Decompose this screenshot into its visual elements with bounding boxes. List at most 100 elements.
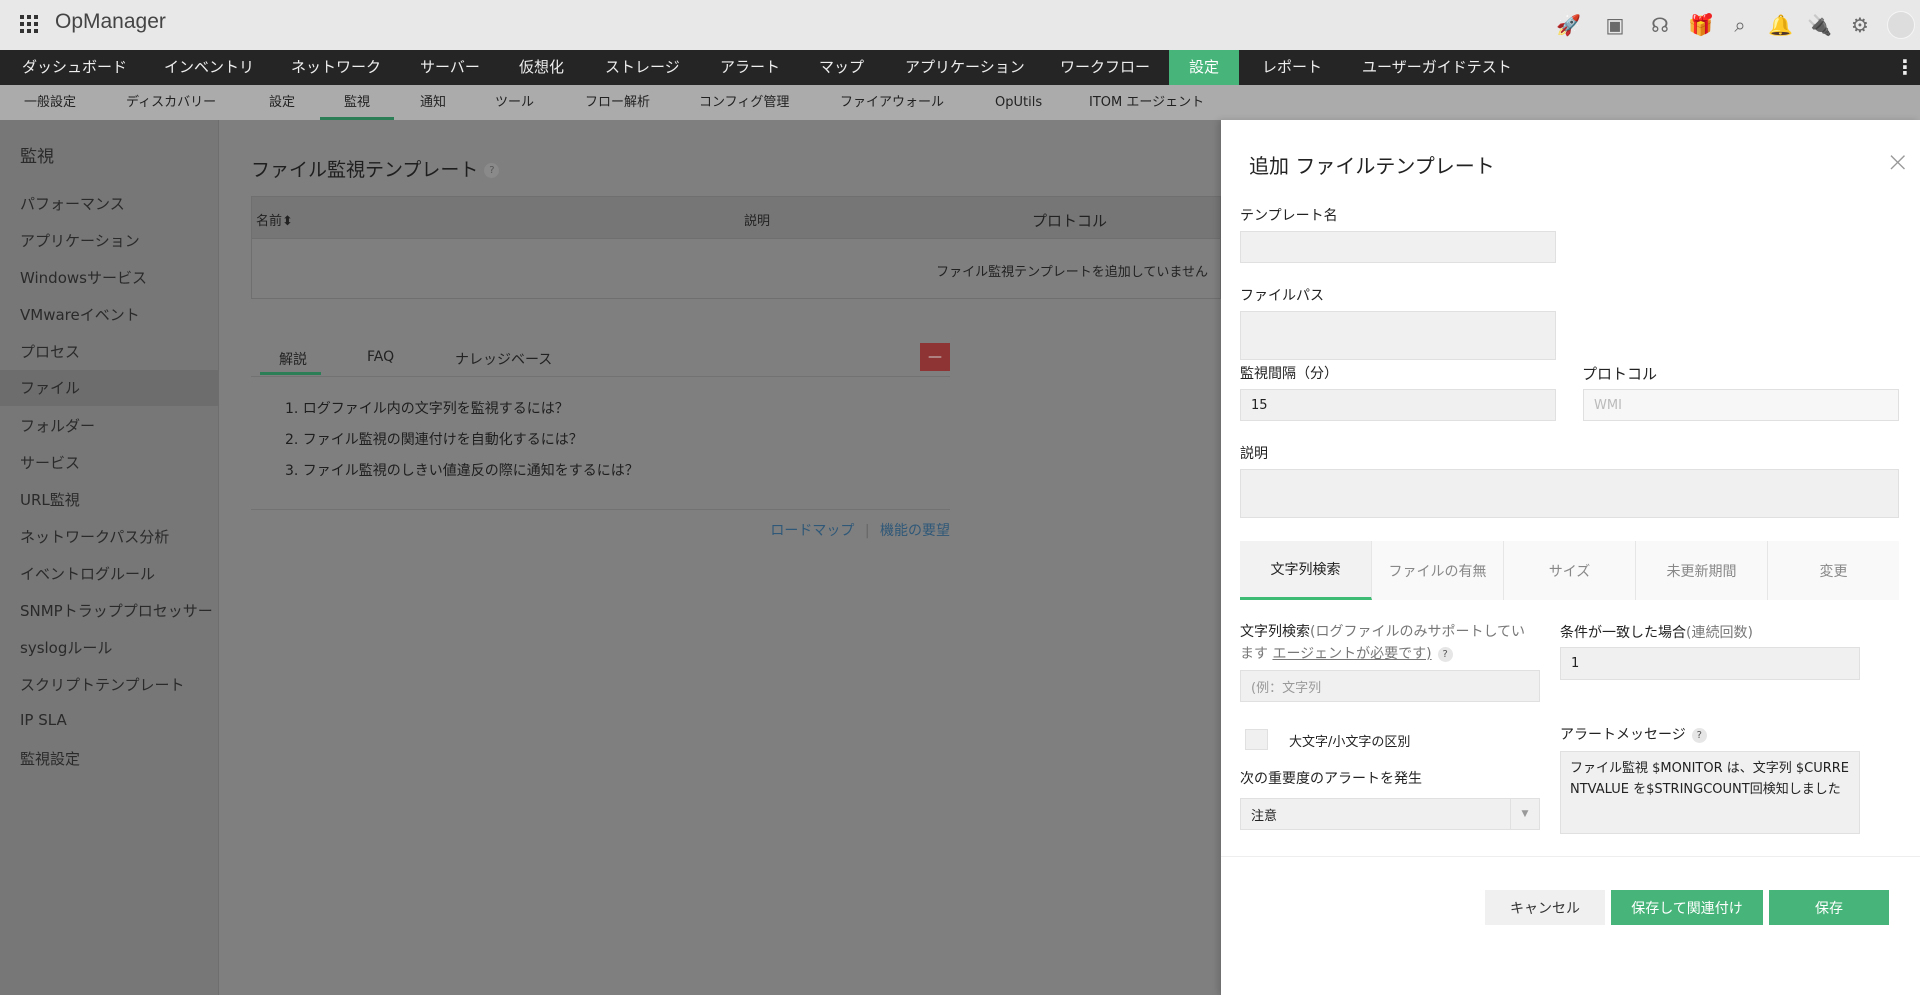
presentation-icon[interactable]: ▣ <box>1603 13 1627 37</box>
nav-storage[interactable]: ストレージ <box>605 50 680 85</box>
tab-not-updated[interactable]: 未更新期間 <box>1636 541 1768 600</box>
subnav-config-mgmt[interactable]: コンフィグ管理 <box>699 85 789 120</box>
sidebar-item[interactable]: syslogルール <box>20 637 112 658</box>
close-icon[interactable]: × <box>1886 145 1909 178</box>
nav-reports[interactable]: レポート <box>1262 50 1322 85</box>
save-button[interactable]: 保存 <box>1769 890 1889 925</box>
help-icon[interactable]: ? <box>484 163 500 178</box>
search-icon[interactable]: ⌕ <box>1728 13 1752 37</box>
subnav-config[interactable]: 設定 <box>269 85 295 120</box>
nav-inventory[interactable]: インベントリ <box>164 50 254 85</box>
template-name-input[interactable] <box>1240 231 1556 263</box>
subnav-itom-agent[interactable]: ITOM エージェント <box>1089 85 1204 120</box>
agent-required-link[interactable]: エージェントが必要です) <box>1272 646 1431 662</box>
gear-icon[interactable]: ⚙ <box>1848 13 1872 37</box>
help-icon[interactable]: ? <box>1691 727 1707 743</box>
file-path-label: ファイルパス <box>1240 288 1324 304</box>
chevron-down-icon[interactable]: ▼ <box>1510 799 1539 829</box>
divider <box>251 376 950 377</box>
empty-message: ファイル監視テンプレートを追加していません <box>936 265 1208 280</box>
sidebar-item[interactable]: URL監視 <box>20 489 80 510</box>
nav-settings[interactable]: 設定 <box>1169 50 1240 85</box>
app-title: OpManager <box>55 10 166 33</box>
faq-question-1[interactable]: 1. ログファイル内の文字列を監視するには？ <box>285 398 569 418</box>
subnav-notification[interactable]: 通知 <box>420 85 446 120</box>
faq-question-3[interactable]: 3. ファイル監視のしきい値違反の際に通知をするには？ <box>285 460 639 480</box>
tab-size[interactable]: サイズ <box>1504 541 1636 600</box>
nav-network[interactable]: ネットワーク <box>291 50 381 85</box>
sidebar-item[interactable]: フォルダー <box>20 415 95 436</box>
sidebar-item[interactable]: プロセス <box>20 341 80 362</box>
nav-alarms[interactable]: アラート <box>720 50 780 85</box>
col-name[interactable]: 名前⬍ <box>256 210 293 229</box>
panel-title: 追加 ファイルテンプレート <box>1249 154 1495 178</box>
divider <box>1221 856 1920 857</box>
avatar[interactable] <box>1887 11 1915 39</box>
tab-string-search[interactable]: 文字列検索 <box>1240 541 1372 600</box>
sidebar-item[interactable]: ファイル <box>0 370 219 406</box>
string-search-input[interactable]: (例：文字列 <box>1240 670 1540 702</box>
description-label: 説明 <box>1240 446 1268 462</box>
nav-servers[interactable]: サーバー <box>420 50 480 85</box>
sidebar-item[interactable]: SNMPトラッププロセッサー <box>20 600 213 621</box>
description-input[interactable] <box>1240 469 1899 518</box>
nav-workflow[interactable]: ワークフロー <box>1060 50 1150 85</box>
tab-faq[interactable]: FAQ <box>367 349 394 365</box>
active-tab-indicator <box>260 372 321 375</box>
sidebar-item[interactable]: サービス <box>20 452 80 473</box>
sidebar-item[interactable]: アプリケーション <box>20 230 140 251</box>
sidebar-item[interactable]: パフォーマンス <box>20 193 125 214</box>
sidebar-item[interactable]: イベントログルール <box>20 563 155 584</box>
main-nav: ダッシュボード インベントリ ネットワーク サーバー 仮想化 ストレージ アラー… <box>0 50 1920 85</box>
alert-message-label: アラートメッセージ? <box>1560 724 1707 744</box>
sidebar-item[interactable]: VMwareイベント <box>20 304 140 325</box>
subnav-firewall[interactable]: ファイアウォール <box>840 85 944 120</box>
more-menu-icon[interactable]: ⋮ <box>1895 50 1915 85</box>
plug-icon[interactable]: 🔌 <box>1807 13 1832 37</box>
tab-knowledge-base[interactable]: ナレッジベース <box>455 349 552 369</box>
protocol-input: WMI <box>1583 389 1899 421</box>
tab-explanation[interactable]: 解説 <box>279 349 307 369</box>
gift-icon[interactable]: 🎁 <box>1688 13 1713 37</box>
subnav-oputils[interactable]: OpUtils <box>995 85 1042 120</box>
severity-select[interactable]: 注意 ▼ <box>1240 798 1540 830</box>
case-sensitive-checkbox[interactable] <box>1245 729 1268 750</box>
interval-input[interactable]: 15 <box>1240 389 1556 421</box>
rocket-icon[interactable]: 🚀 <box>1556 13 1581 37</box>
cancel-button[interactable]: キャンセル <box>1485 890 1605 925</box>
subnav-tools[interactable]: ツール <box>495 85 534 120</box>
help-icon[interactable]: ? <box>1437 646 1453 662</box>
bell-icon[interactable]: 🔔 <box>1768 13 1793 37</box>
notification-dot <box>1706 13 1712 19</box>
string-search-label-text: 文字列検索 <box>1240 624 1310 640</box>
nav-maps[interactable]: マップ <box>819 50 864 85</box>
severity-label: 次の重要度のアラートを発生 <box>1240 771 1422 787</box>
condition-count-input[interactable]: 1 <box>1560 647 1860 680</box>
alert-message-input[interactable]: ファイル監視 $MONITOR は、文字列 $CURRENTVALUE を$ST… <box>1560 751 1860 834</box>
subnav-discovery[interactable]: ディスカバリー <box>126 85 216 120</box>
faq-question-2[interactable]: 2. ファイル監視の関連付けを自動化するには？ <box>285 429 583 449</box>
nav-dashboard[interactable]: ダッシュボード <box>22 50 127 85</box>
apps-grid-icon[interactable] <box>20 15 38 33</box>
headset-icon[interactable]: ☊ <box>1648 13 1672 37</box>
collapse-button[interactable]: — <box>920 343 950 371</box>
subnav-monitoring[interactable]: 監視 <box>320 85 394 120</box>
subnav-general[interactable]: 一般設定 <box>24 85 76 120</box>
roadmap-link[interactable]: ロードマップ <box>770 523 854 539</box>
condition-label: 条件が一致した場合(連続回数) <box>1560 625 1753 641</box>
nav-user-guide[interactable]: ユーザーガイドテスト <box>1362 50 1512 85</box>
page-title: ファイル監視テンプレート? <box>251 155 500 182</box>
nav-virtualization[interactable]: 仮想化 <box>519 50 564 85</box>
sidebar-item[interactable]: Windowsサービス <box>20 267 147 288</box>
tab-file-existence[interactable]: ファイルの有無 <box>1372 541 1504 600</box>
tab-modified[interactable]: 変更 <box>1768 541 1899 600</box>
save-and-associate-button[interactable]: 保存して関連付け <box>1611 890 1763 925</box>
sidebar-item[interactable]: スクリプトテンプレート <box>20 674 185 695</box>
sidebar-item[interactable]: ネットワークパス分析 <box>20 526 169 547</box>
file-path-input[interactable] <box>1240 311 1556 360</box>
sidebar-item[interactable]: 監視設定 <box>20 748 80 769</box>
nav-applications[interactable]: アプリケーション <box>905 50 1025 85</box>
sidebar-item[interactable]: IP SLA <box>20 711 67 729</box>
subnav-flow[interactable]: フロー解析 <box>585 85 650 120</box>
feature-request-link[interactable]: 機能の要望 <box>880 523 950 539</box>
